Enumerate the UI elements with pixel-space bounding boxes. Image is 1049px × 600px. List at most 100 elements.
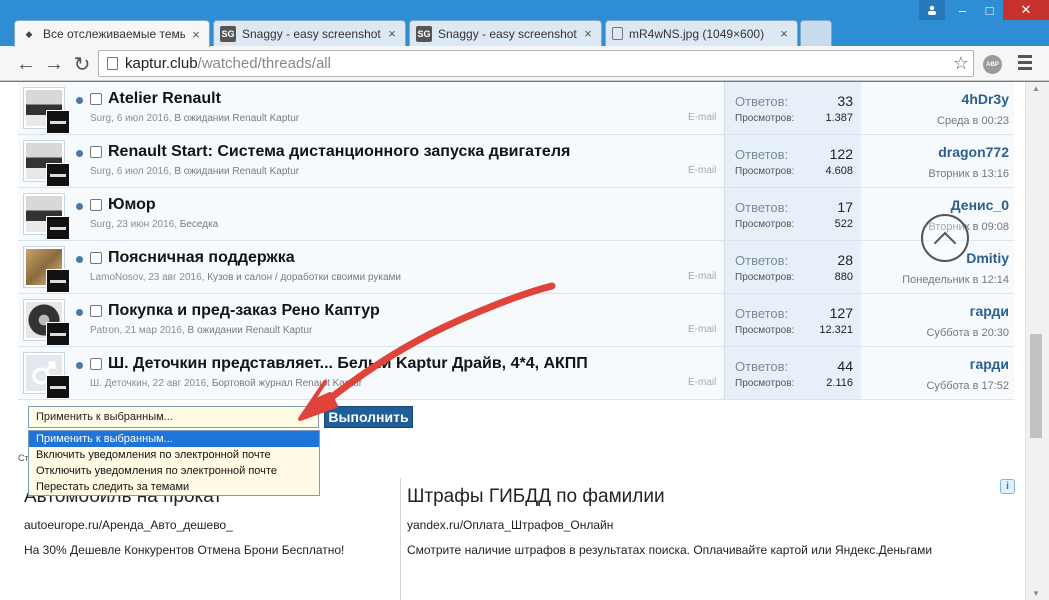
ad-right[interactable]: Штрафы ГИБДД по фамилии yandex.ru/Оплата…	[400, 478, 1020, 600]
tab-snaggy-1[interactable]: SG Snaggy - easy screenshots ×	[213, 20, 406, 46]
last-post-user[interactable]: Денис_0	[951, 197, 1009, 213]
thread-author[interactable]: Surg	[90, 219, 111, 230]
option-disable-email[interactable]: Отключить уведомления по электронной поч…	[29, 463, 319, 479]
email-link[interactable]: E-mail	[688, 324, 716, 335]
thread-stats: Ответов: 127 Просмотров: 12.321	[724, 294, 861, 346]
unread-dot-icon	[76, 203, 83, 210]
user-icon[interactable]	[919, 0, 945, 20]
email-link[interactable]: E-mail	[688, 165, 716, 176]
bulk-action-value: Применить к выбранным...	[36, 411, 173, 423]
last-post-user[interactable]: гарди	[970, 356, 1009, 372]
thread-title[interactable]: Покупка и пред-заказ Рено Каптур	[108, 302, 380, 320]
email-link[interactable]: E-mail	[688, 377, 716, 388]
avatar[interactable]	[23, 246, 70, 293]
thread-meta: Surg, 6 июл 2016, В ожидании Renault Kap…	[90, 166, 300, 177]
new-tab-button[interactable]	[800, 20, 832, 46]
back-arrow-icon[interactable]: ←	[14, 52, 38, 76]
avatar[interactable]	[23, 140, 70, 187]
bookmark-star-icon[interactable]: ☆	[953, 53, 969, 74]
page-scrollbar[interactable]: ▲ ▼	[1025, 82, 1049, 600]
avatar[interactable]	[23, 193, 70, 240]
unread-dot-icon	[76, 309, 83, 316]
views-label: Просмотров:	[735, 219, 795, 230]
address-bar[interactable]: kaptur.club/watched/threads/all ☆	[98, 50, 974, 77]
close-tab-icon[interactable]: ×	[189, 27, 203, 42]
thread-checkbox[interactable]	[90, 305, 102, 317]
adblock-plus-icon[interactable]: ABP	[983, 55, 1002, 74]
avatar[interactable]	[23, 352, 70, 399]
scroll-down-arrow-icon[interactable]: ▼	[1032, 589, 1040, 598]
tab-snaggy-2[interactable]: SG Snaggy - easy screenshots ×	[409, 20, 602, 46]
thread-forum[interactable]: Бортовой журнал Renault Kaptur	[212, 378, 362, 389]
browser-menu-icon[interactable]	[1018, 55, 1032, 72]
forward-arrow-icon[interactable]: →	[42, 52, 66, 76]
views-label: Просмотров:	[735, 272, 795, 283]
thread-forum[interactable]: В ожидании Renault Kaptur	[174, 166, 299, 177]
thread-checkbox[interactable]	[90, 199, 102, 211]
scrollbar-thumb[interactable]	[1030, 334, 1042, 438]
ad-left[interactable]: Автомобиль на прокат autoeurope.ru/Аренд…	[18, 478, 400, 600]
reload-icon[interactable]: ↻	[70, 52, 94, 76]
option-enable-email[interactable]: Включить уведомления по электронной почт…	[29, 447, 319, 463]
tab-image[interactable]: mR4wNS.jpg (1049×600) ×	[605, 20, 798, 46]
snaggy-logo-icon: SG	[220, 25, 236, 42]
thread-author[interactable]: Ш. Деточкин	[90, 378, 147, 389]
avatar[interactable]	[23, 299, 70, 346]
avatar[interactable]	[23, 87, 70, 134]
replies-label: Ответов:	[735, 306, 789, 321]
thread-title[interactable]: Renault Start: Система дистанционного за…	[108, 143, 570, 161]
last-post-date[interactable]: Суббота в 20:30	[926, 327, 1009, 339]
thread-author[interactable]: Surg	[90, 113, 111, 124]
thread-title[interactable]: Atelier Renault	[108, 90, 221, 108]
close-tab-icon[interactable]: ×	[385, 26, 399, 41]
thread-author[interactable]: Surg	[90, 166, 111, 177]
thread-forum[interactable]: В ожидании Renault Kaptur	[174, 113, 299, 124]
last-post-user[interactable]: dragon772	[938, 144, 1009, 160]
ad-headline[interactable]: Штрафы ГИБДД по фамилии	[407, 486, 665, 508]
close-window-button[interactable]: ✕	[1003, 0, 1049, 20]
maximize-button[interactable]: □	[976, 0, 1003, 20]
email-link[interactable]: E-mail	[688, 112, 716, 123]
last-post-date[interactable]: Понедельник в 12:14	[902, 274, 1009, 286]
page-viewport: Atelier Renault Surg, 6 июл 2016, В ожид…	[0, 82, 1049, 600]
replies-label: Ответов:	[735, 253, 789, 268]
scroll-to-top-button[interactable]	[921, 214, 969, 262]
minimize-button[interactable]: –	[949, 0, 976, 20]
thread-forum[interactable]: В ожидании Renault Kaptur	[188, 325, 313, 336]
close-tab-icon[interactable]: ×	[777, 26, 791, 41]
last-post-user[interactable]: 4hDr3y	[962, 91, 1009, 107]
ad-url[interactable]: autoeurope.ru/Аренда_Авто_дешево_	[24, 518, 233, 532]
last-post-user[interactable]: гарди	[970, 303, 1009, 319]
ad-info-icon[interactable]: i	[1000, 479, 1015, 494]
thread-title[interactable]: Юмор	[108, 196, 156, 214]
thread-checkbox[interactable]	[90, 358, 102, 370]
thread-author[interactable]: Patron	[90, 325, 119, 336]
option-stop-watching[interactable]: Перестать следить за темами	[29, 479, 319, 495]
thread-checkbox[interactable]	[90, 146, 102, 158]
thread-meta: Patron, 21 мар 2016, В ожидании Renault …	[90, 325, 313, 336]
scroll-up-arrow-icon[interactable]: ▲	[1032, 84, 1040, 93]
run-button[interactable]: Выполнить	[324, 406, 413, 428]
thread-title[interactable]: Ш. Деточкин представляет... Белый Kaptur…	[108, 355, 588, 373]
option-apply[interactable]: Применить к выбранным...	[29, 431, 319, 447]
last-post-date[interactable]: Среда в 00:23	[937, 115, 1009, 127]
bulk-action-select[interactable]: Применить к выбранным... ▼	[28, 406, 319, 428]
tab-watched-threads[interactable]: ◆ Все отслеживаемые темы ×	[14, 20, 210, 47]
thread-checkbox[interactable]	[90, 252, 102, 264]
email-link[interactable]: E-mail	[688, 271, 716, 282]
thread-title[interactable]: Поясничная поддержка	[108, 249, 295, 267]
thread-forum[interactable]: Беседка	[180, 219, 218, 230]
thread-author[interactable]: LamoNosov	[90, 272, 143, 283]
ad-description: Смотрите наличие штрафов в результатах п…	[407, 543, 933, 557]
thread-date: 6 июл 2016	[116, 166, 169, 177]
avatar-mini	[46, 163, 70, 187]
thread-forum[interactable]: Кузов и салон / доработки своими руками	[207, 272, 401, 283]
last-post-date[interactable]: Суббота в 17:52	[926, 380, 1009, 392]
thread-checkbox[interactable]	[90, 93, 102, 105]
last-post-date[interactable]: Вторник в 13:16	[928, 168, 1009, 180]
tab-title: Snaggy - easy screenshots	[242, 26, 381, 41]
ad-url[interactable]: yandex.ru/Оплата_Штрафов_Онлайн	[407, 518, 613, 532]
avatar-mini	[46, 322, 70, 346]
last-post-user[interactable]: Dmitiy	[966, 250, 1009, 266]
close-tab-icon[interactable]: ×	[581, 26, 595, 41]
